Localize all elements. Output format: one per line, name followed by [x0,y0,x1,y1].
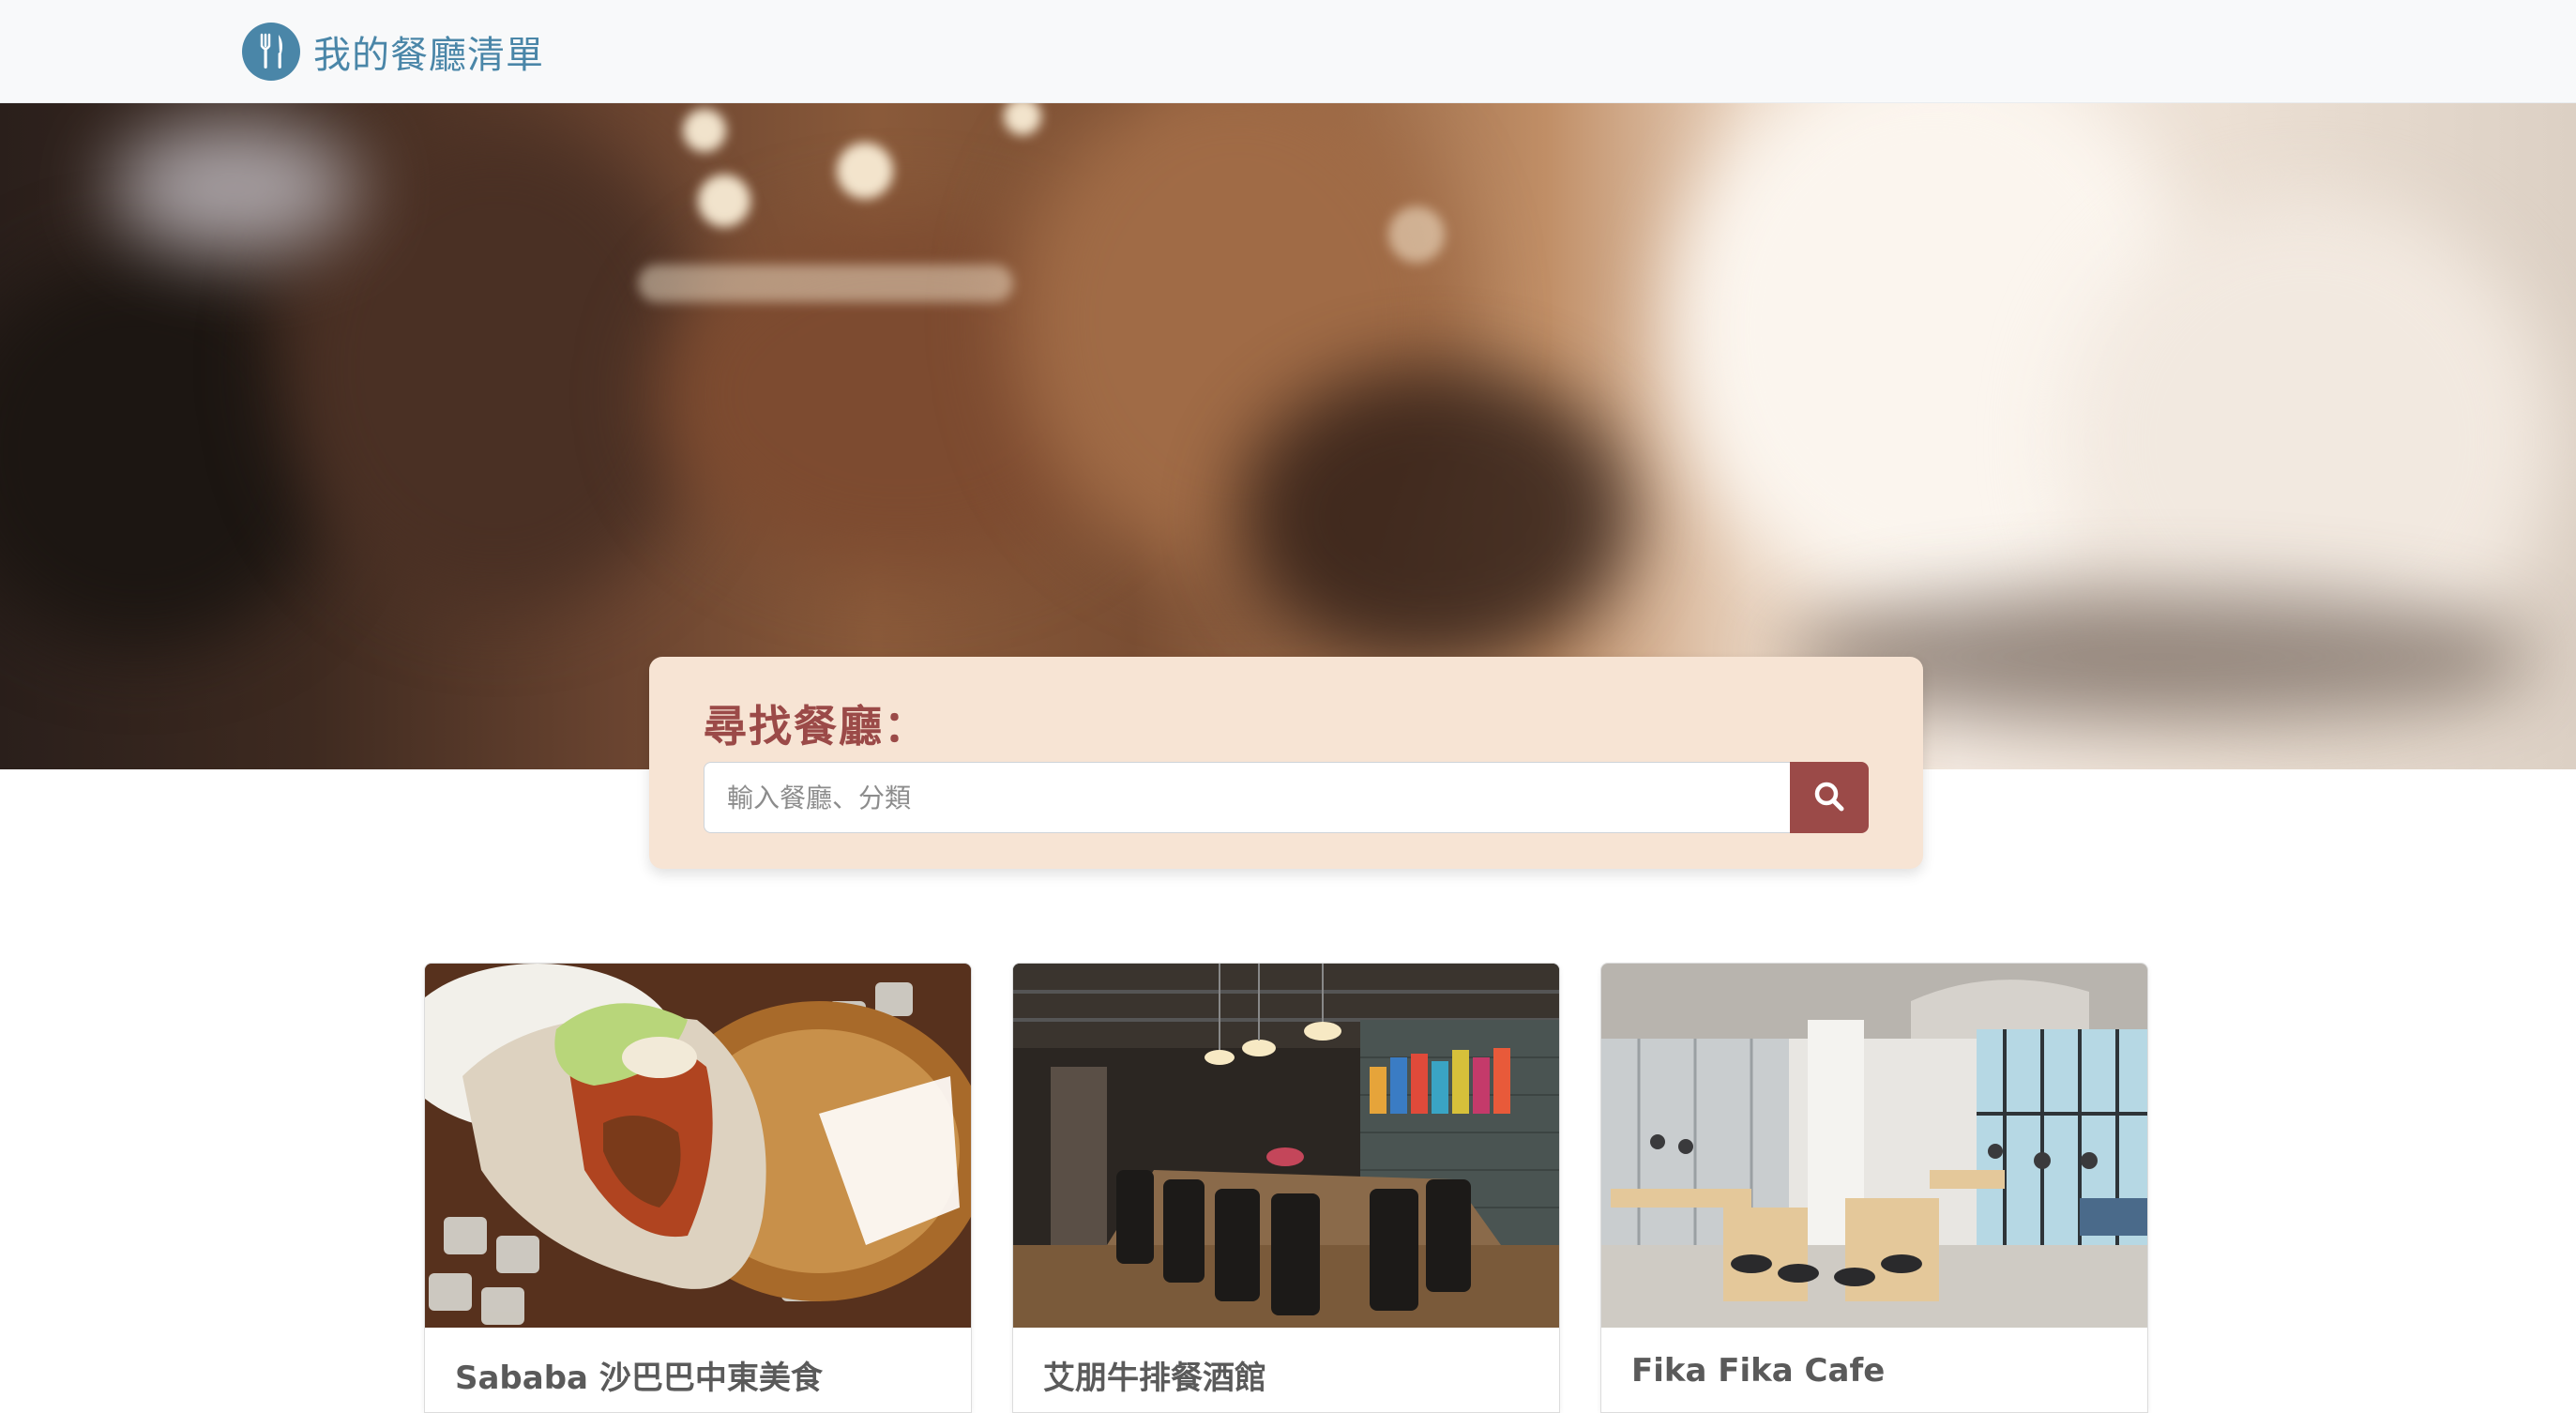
restaurant-name[interactable]: Sababa 沙巴巴中東美食 [455,1352,823,1398]
restaurant-name[interactable]: Fika Fika Cafe [1631,1352,1885,1390]
search-panel: 尋找餐廳： [649,657,1923,869]
brand-title: 我的餐廳清單 [313,34,544,77]
restaurant-card[interactable]: Sababa 沙巴巴中東美食 [424,963,972,1413]
search-icon [1813,781,1845,815]
restaurant-name[interactable]: 艾朋牛排餐酒館 [1043,1352,1266,1398]
restaurant-image[interactable] [1601,964,2147,1328]
search-input[interactable] [704,762,1790,833]
utensils-icon [242,23,300,81]
restaurant-image[interactable] [1013,964,1559,1328]
search-title: 尋找餐廳： [704,701,929,752]
navbar: 我的餐廳清單 [0,0,2576,103]
restaurant-card[interactable]: Fika Fika Cafe [1600,963,2148,1413]
restaurant-image[interactable] [425,964,971,1328]
search-button[interactable] [1790,762,1869,833]
restaurant-card[interactable]: 艾朋牛排餐酒館 [1012,963,1560,1413]
brand-link[interactable]: 我的餐廳清單 [242,19,544,84]
